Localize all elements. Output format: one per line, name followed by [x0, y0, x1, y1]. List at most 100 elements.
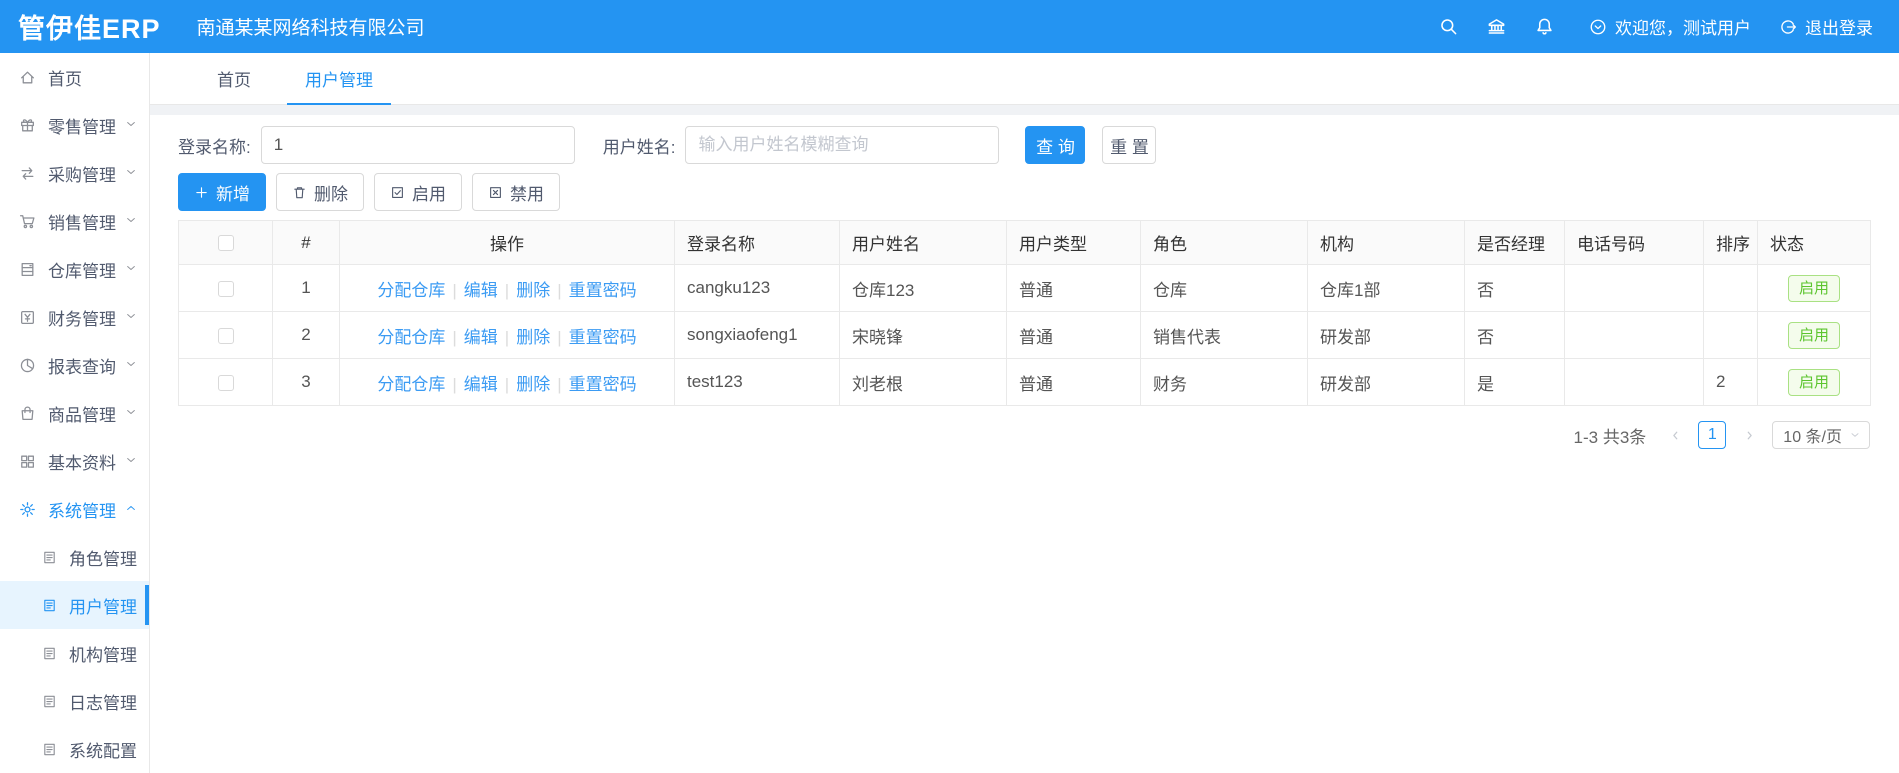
chevron-left-icon: [1673, 431, 1678, 439]
sidebar-item-角色管理[interactable]: 角色管理: [0, 533, 149, 581]
action-separator: |: [504, 374, 510, 394]
tab-用户管理[interactable]: 用户管理: [287, 53, 391, 105]
sidebar-item-财务管理[interactable]: 财务管理: [0, 293, 149, 341]
column-header-机构: 机构: [1307, 220, 1465, 265]
row-checkbox[interactable]: [217, 374, 234, 391]
table-row: 1 分配仓库 | 编辑 | 删除 | 重置密码 cangku123 仓库123 普通 仓库 仓库1部否 启…: [178, 264, 1871, 312]
cabinet-icon: [21, 262, 34, 276]
sidebar-item-用户管理[interactable]: 用户管理: [0, 581, 149, 629]
welcome-text: 欢迎您，测试用户: [1615, 19, 1751, 38]
action-link-重置密码[interactable]: 重置密码: [569, 328, 637, 347]
pagination-summary: 1-3 共3条: [1573, 427, 1647, 447]
next-page-button[interactable]: [1735, 421, 1763, 449]
sidebar-item-零售管理[interactable]: 零售管理: [0, 101, 149, 149]
row-checkbox[interactable]: [217, 327, 234, 344]
sidebar-item-系统配置[interactable]: 系统配置: [0, 725, 149, 773]
row-actions-cell: 分配仓库 | 编辑 | 删除 | 重置密码: [339, 311, 675, 359]
user-name-cell: 仓库123: [839, 264, 1007, 312]
chevron-down-icon: [127, 170, 135, 174]
action-link-重置密码[interactable]: 重置密码: [569, 281, 637, 300]
bank-icon: [1488, 19, 1504, 34]
sidebar-item-报表查询[interactable]: 报表查询: [0, 341, 149, 389]
search-submit-button[interactable]: 查 询: [1025, 126, 1086, 164]
sidebar-item-label: 基本资料: [48, 453, 116, 473]
action-link-删除[interactable]: 删除: [516, 328, 550, 347]
sidebar-item-label: 系统管理: [48, 501, 116, 521]
action-link-重置密码[interactable]: 重置密码: [569, 375, 637, 394]
disable-button[interactable]: 禁用: [472, 173, 560, 211]
row-select-cell: [178, 311, 273, 359]
logout-text: 退出登录: [1805, 19, 1873, 38]
notifications-button[interactable]: [1527, 10, 1561, 44]
user-type-cell: 普通: [1006, 264, 1141, 312]
login-name-input[interactable]: [260, 126, 575, 164]
sidebar-item-label: 首页: [48, 69, 82, 89]
row-index-cell: 3: [272, 358, 340, 406]
action-link-编辑[interactable]: 编辑: [464, 328, 498, 347]
prev-page-button[interactable]: [1661, 421, 1689, 449]
action-separator: |: [557, 327, 562, 347]
row-index-cell: 1: [272, 264, 340, 312]
phone-cell: [1564, 358, 1704, 406]
select-all-checkbox[interactable]: [217, 235, 234, 252]
sidebar-item-采购管理[interactable]: 采购管理: [0, 149, 149, 197]
sidebar-item-基本资料[interactable]: 基本资料: [0, 437, 149, 485]
action-separator: |: [452, 374, 457, 394]
action-separator: |: [452, 327, 457, 347]
disable-button-label: 禁用: [510, 184, 544, 204]
swap-icon: [21, 166, 34, 180]
trash-icon: [294, 186, 305, 198]
delete-button-label: 删除: [314, 184, 348, 204]
sidebar-item-日志管理[interactable]: 日志管理: [0, 677, 149, 725]
row-checkbox[interactable]: [217, 280, 234, 297]
column-header-是否经理: 是否经理: [1464, 220, 1565, 265]
enable-button[interactable]: 启用: [374, 173, 462, 211]
search-button[interactable]: [1431, 10, 1465, 44]
status-badge[interactable]: 启用: [1787, 274, 1840, 302]
doc-icon: [44, 743, 55, 755]
action-link-编辑[interactable]: 编辑: [464, 281, 498, 300]
column-header-用户类型: 用户类型: [1006, 220, 1141, 265]
status-badge[interactable]: 启用: [1787, 368, 1840, 396]
column-header-操作: 操作: [339, 220, 675, 265]
sidebar-item-销售管理[interactable]: 销售管理: [0, 197, 149, 245]
sidebar-item-商品管理[interactable]: 商品管理: [0, 389, 149, 437]
sidebar-item-系统管理[interactable]: 系统管理: [0, 485, 149, 533]
chevron-down-icon: [127, 314, 135, 318]
logout-button[interactable]: 退出登录: [1779, 14, 1873, 39]
sidebar-item-仓库管理[interactable]: 仓库管理: [0, 245, 149, 293]
action-separator: |: [504, 280, 510, 300]
bag-icon: [21, 406, 34, 420]
doc-icon: [44, 647, 55, 659]
users-table: # 操作 登录名称 用户姓名 用户类型 角色 机构 是否经理 电话号码 排序 状态 1 分配仓库 | 编辑…: [178, 220, 1871, 406]
page-number-button[interactable]: 1: [1698, 421, 1727, 449]
sidebar-item-首页[interactable]: 首页: [0, 53, 149, 101]
action-link-删除[interactable]: 删除: [516, 375, 550, 394]
tab-首页[interactable]: 首页: [199, 53, 269, 104]
sidebar-item-label: 零售管理: [48, 117, 116, 137]
status-badge[interactable]: 启用: [1787, 321, 1840, 349]
action-link-分配仓库[interactable]: 分配仓库: [377, 281, 445, 300]
action-link-删除[interactable]: 删除: [516, 281, 550, 300]
sidebar-item-机构管理[interactable]: 机构管理: [0, 629, 149, 677]
manager-cell: 是: [1464, 358, 1565, 406]
login-name-label: 登录名称:: [178, 137, 251, 157]
sidebar-item-label: 仓库管理: [48, 261, 116, 281]
user-name-input[interactable]: [685, 126, 1000, 164]
action-link-编辑[interactable]: 编辑: [464, 375, 498, 394]
user-menu[interactable]: 欢迎您，测试用户: [1589, 14, 1751, 39]
content-panel: 登录名称: 用户姓名: 查 询 重 置 新增 删除: [150, 115, 1899, 773]
sort-cell: [1703, 311, 1758, 359]
bank-button[interactable]: [1479, 10, 1513, 44]
user-type-cell: 普通: [1006, 358, 1141, 406]
chevron-right-icon: [1747, 431, 1752, 439]
chevron-down-icon: [127, 122, 135, 126]
reset-button[interactable]: 重 置: [1102, 126, 1157, 164]
action-link-分配仓库[interactable]: 分配仓库: [377, 328, 445, 347]
action-link-分配仓库[interactable]: 分配仓库: [377, 375, 445, 394]
add-button[interactable]: 新增: [178, 173, 266, 211]
page-size-select[interactable]: 10 条/页: [1772, 421, 1870, 449]
app-logo: 管伊佳ERP: [18, 14, 161, 44]
delete-button[interactable]: 删除: [276, 173, 364, 211]
role-cell: 财务: [1140, 358, 1308, 406]
